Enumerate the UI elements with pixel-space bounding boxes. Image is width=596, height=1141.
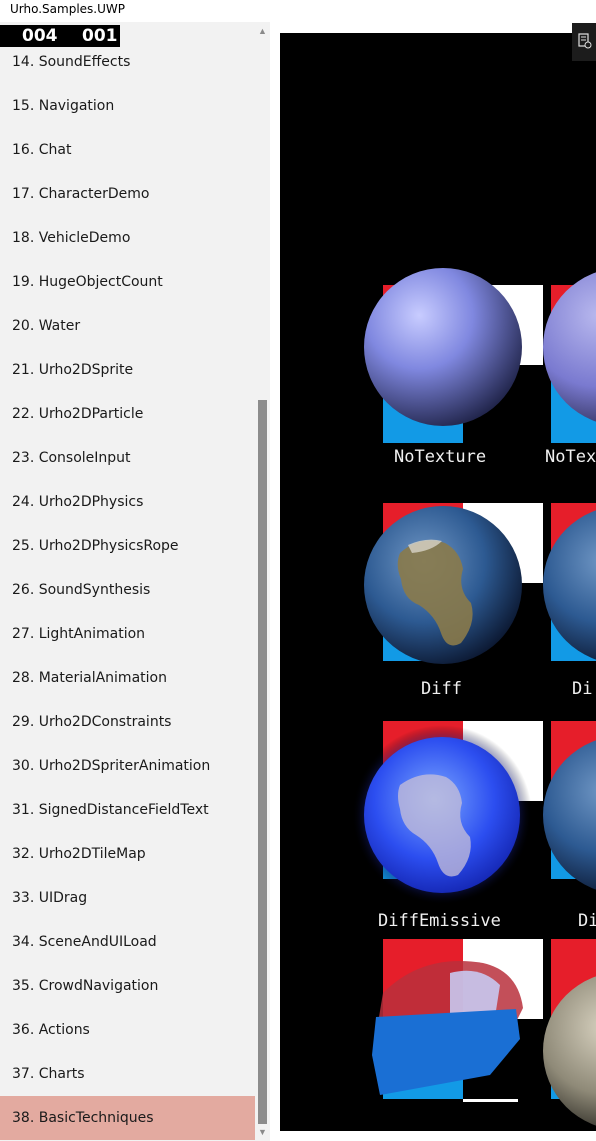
scrollbar-thumb[interactable] [258, 400, 267, 1124]
tile-notexture [364, 268, 543, 443]
sample-item[interactable]: 26. SoundSynthesis [0, 568, 255, 612]
sample-item[interactable]: 22. Urho2DParticle [0, 392, 255, 436]
sample-item[interactable]: 25. Urho2DPhysicsRope [0, 524, 255, 568]
material-label: Di [572, 679, 592, 699]
render-viewport[interactable]: NoTexture NoTex Diff Di DiffEmissive Di [280, 33, 596, 1131]
sample-item[interactable]: 31. SignedDistanceFieldText [0, 788, 255, 832]
sample-item[interactable]: 32. Urho2DTileMap [0, 832, 255, 876]
sample-item[interactable]: 30. Urho2DSpriterAnimation [0, 744, 255, 788]
sidebar-scrollbar[interactable]: ▲ ▼ [255, 22, 270, 1141]
sample-item-selected[interactable]: 38. BasicTechniques [0, 1096, 255, 1140]
title-bar: Urho.Samples.UWP [0, 0, 596, 22]
material-label: NoTexture [394, 447, 486, 467]
samples-sidebar: 14. SoundEffects 15. Navigation 16. Chat… [0, 22, 270, 1141]
material-label: DiffEmissive [378, 911, 501, 931]
chevron-down-icon[interactable]: ▼ [255, 1125, 270, 1139]
sample-item[interactable]: 36. Actions [0, 1008, 255, 1052]
tile-diff [364, 503, 543, 664]
tile-diffemissive-2 [543, 721, 596, 890]
sample-item[interactable]: 19. HugeObjectCount [0, 260, 255, 304]
sample-item[interactable]: 20. Water [0, 304, 255, 348]
scene-canvas: NoTexture NoTex Diff Di DiffEmissive Di [352, 268, 596, 1126]
samples-list: 14. SoundEffects 15. Navigation 16. Chat… [0, 40, 255, 1140]
sample-item[interactable]: 24. Urho2DPhysics [0, 480, 255, 524]
sample-item[interactable]: 16. Chat [0, 128, 255, 172]
sample-item[interactable]: 34. SceneAndUILoad [0, 920, 255, 964]
sample-item[interactable]: 33. UIDrag [0, 876, 255, 920]
debug-overlay-button[interactable] [572, 23, 596, 61]
sample-item[interactable]: 27. LightAnimation [0, 612, 255, 656]
sample-item[interactable]: 21. Urho2DSprite [0, 348, 255, 392]
tile-diff-2 [543, 503, 596, 661]
material-label: NoTex [545, 447, 596, 467]
sample-item[interactable]: 15. Navigation [0, 84, 255, 128]
material-label: Di [578, 911, 596, 931]
sample-item[interactable]: 23. ConsoleInput [0, 436, 255, 480]
fps-value-right: 001 [82, 26, 118, 46]
sample-item[interactable]: 37. Charts [0, 1052, 255, 1096]
sample-item[interactable]: 17. CharacterDemo [0, 172, 255, 216]
fps-counter: 004 001 [0, 25, 120, 47]
tile-row4-2 [543, 939, 596, 1126]
tile-diffemissive [352, 721, 543, 905]
tile-row4 [372, 939, 543, 1102]
tile-notexture-2 [543, 272, 596, 443]
sample-item[interactable]: 18. VehicleDemo [0, 216, 255, 260]
sample-item[interactable]: 28. MaterialAnimation [0, 656, 255, 700]
sample-item[interactable]: 35. CrowdNavigation [0, 964, 255, 1008]
chevron-up-icon[interactable]: ▲ [255, 24, 270, 38]
debug-overlay-icon [578, 33, 592, 49]
material-label: Diff [421, 679, 462, 699]
sample-item[interactable]: 29. Urho2DConstraints [0, 700, 255, 744]
fps-value-left: 004 [22, 26, 58, 46]
window-title: Urho.Samples.UWP [10, 2, 126, 16]
